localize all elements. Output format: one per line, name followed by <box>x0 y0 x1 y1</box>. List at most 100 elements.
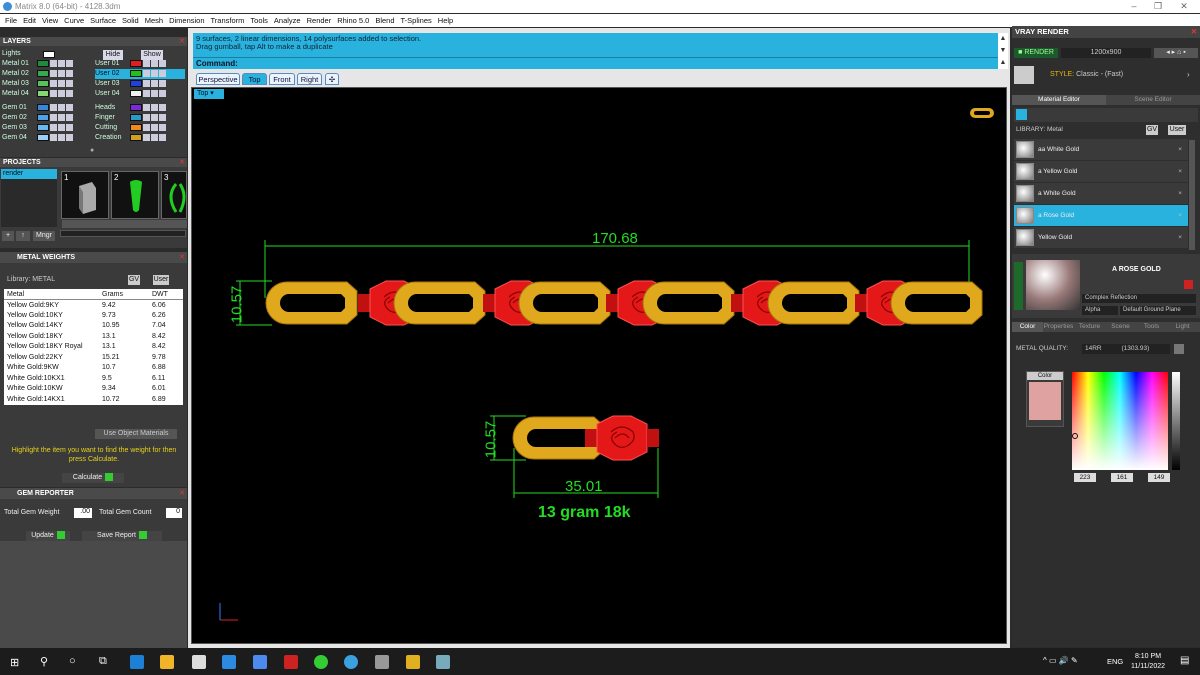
visible-icon[interactable] <box>58 79 65 87</box>
layer-row[interactable]: Finger <box>95 113 185 123</box>
layer-row[interactable]: Cutting <box>95 123 185 133</box>
layer-color-swatch[interactable] <box>37 123 49 131</box>
menu-item[interactable]: Curve <box>64 16 84 25</box>
select-icon[interactable] <box>66 103 73 111</box>
select-icon[interactable] <box>66 113 73 121</box>
tab-front[interactable]: Front <box>269 73 295 85</box>
visible-icon[interactable] <box>151 89 158 97</box>
select-icon[interactable] <box>159 113 166 121</box>
alpha-field[interactable]: Alpha <box>1082 306 1118 315</box>
layer-color-swatch[interactable] <box>37 103 49 111</box>
lock-icon[interactable] <box>50 103 57 111</box>
close-window-button[interactable]: ✕ <box>1172 0 1196 13</box>
select-icon[interactable] <box>159 89 166 97</box>
visible-icon[interactable] <box>151 69 158 77</box>
lock-icon[interactable] <box>143 69 150 77</box>
app-yellow-icon[interactable] <box>406 655 420 669</box>
lock-icon[interactable] <box>143 59 150 67</box>
project-thumb-2[interactable]: 2 <box>111 171 159 219</box>
visible-icon[interactable] <box>151 79 158 87</box>
visible-icon[interactable] <box>151 123 158 131</box>
close-icon[interactable]: ✕ <box>179 488 185 499</box>
layer-color-swatch[interactable] <box>37 113 49 121</box>
remove-icon[interactable]: × <box>1178 161 1182 182</box>
layer-row[interactable]: Gem 03 <box>2 123 92 133</box>
projects-scrollbar[interactable] <box>60 230 186 237</box>
layer-color-swatch[interactable] <box>37 133 49 141</box>
store-icon[interactable] <box>192 655 206 669</box>
command-scrollbar[interactable]: ▲ ▼ ▲ <box>998 33 1008 69</box>
update-button[interactable]: Update <box>26 531 70 541</box>
lock-icon[interactable] <box>143 103 150 111</box>
menu-item[interactable]: Mesh <box>145 16 163 25</box>
minimize-button[interactable]: – <box>1122 0 1146 13</box>
color-swatch[interactable] <box>1029 382 1061 420</box>
matrix-app-icon[interactable] <box>344 655 358 669</box>
windows-start-icon[interactable]: ⊞ <box>10 656 19 669</box>
subtab-light[interactable]: Light <box>1167 322 1198 332</box>
select-icon[interactable] <box>159 133 166 141</box>
visible-icon[interactable] <box>151 59 158 67</box>
collapse-icon[interactable]: ● <box>90 147 94 154</box>
visible-icon[interactable] <box>58 113 65 121</box>
select-icon[interactable] <box>159 79 166 87</box>
task-view-icon[interactable]: ⧉ <box>99 655 107 668</box>
table-row[interactable]: White Gold:14KX1 10.72 6.89 <box>4 394 183 405</box>
app-red-icon[interactable] <box>284 655 298 669</box>
app-gray-icon[interactable] <box>375 655 389 669</box>
layer-color-swatch[interactable] <box>130 79 142 87</box>
tab-perspective[interactable]: Perspective <box>196 73 240 85</box>
subtab-tools[interactable]: Tools <box>1136 322 1167 332</box>
layer-row[interactable]: Gem 01 <box>2 103 92 113</box>
material-toolbar[interactable] <box>1014 108 1198 122</box>
thumb-actions[interactable] <box>62 220 187 228</box>
layer-row[interactable]: Creation <box>95 133 185 143</box>
lock-icon[interactable] <box>143 79 150 87</box>
resolution-field[interactable]: 1200x900 <box>1061 48 1151 58</box>
visible-icon[interactable] <box>58 89 65 97</box>
layer-color-swatch[interactable] <box>130 123 142 131</box>
table-row[interactable]: Yellow Gold:18KY Royal 13.1 8.42 <box>4 342 183 353</box>
app-teal-icon[interactable] <box>436 655 450 669</box>
lock-icon[interactable] <box>50 113 57 121</box>
color-picker-cursor[interactable] <box>1072 433 1078 439</box>
table-row[interactable]: Yellow Gold:22KY 15.21 9.78 <box>4 352 183 363</box>
calculate-button[interactable]: Calculate <box>62 473 124 483</box>
language-indicator[interactable]: ENG <box>1107 657 1123 666</box>
table-row[interactable]: White Gold:10KX1 9.5 6.11 <box>4 373 183 384</box>
layer-row[interactable]: User 02 <box>95 69 185 79</box>
lock-icon[interactable] <box>50 123 57 131</box>
collapse-icon[interactable] <box>1014 262 1023 310</box>
visible-icon[interactable] <box>151 113 158 121</box>
select-icon[interactable] <box>66 79 73 87</box>
select-icon[interactable] <box>159 123 166 131</box>
material-item[interactable]: a Yellow Gold × <box>1014 161 1188 182</box>
table-row[interactable]: Yellow Gold:18KY 13.1 8.42 <box>4 331 183 342</box>
material-item[interactable]: aa White Gold × <box>1014 139 1188 160</box>
lock-icon[interactable] <box>50 79 57 87</box>
menu-item[interactable]: View <box>42 16 58 25</box>
gv-button[interactable]: GV <box>128 275 140 285</box>
edge-icon[interactable] <box>130 655 144 669</box>
close-icon[interactable]: ✕ <box>179 252 185 263</box>
table-row[interactable]: Yellow Gold:10KY 9.73 6.26 <box>4 310 183 321</box>
lock-icon[interactable] <box>143 89 150 97</box>
layer-color-swatch[interactable] <box>37 89 49 97</box>
subtab-properties[interactable]: Properties <box>1043 322 1074 332</box>
close-icon[interactable]: ✕ <box>179 37 185 46</box>
visible-icon[interactable] <box>58 59 65 67</box>
material-list-scrollbar[interactable] <box>1189 140 1195 250</box>
use-object-materials-button[interactable]: Use Object Materials <box>95 429 177 439</box>
layer-row[interactable]: Heads <box>95 103 185 113</box>
file-explorer-icon[interactable] <box>160 655 174 669</box>
menu-item[interactable]: Analyze <box>274 16 301 25</box>
tray-icons[interactable]: ^ ▭ 🔊 ✎ <box>1043 656 1078 665</box>
add-tab-icon[interactable]: ✣ <box>325 73 339 85</box>
ground-field[interactable]: Default Ground Plane <box>1120 306 1196 315</box>
menu-item[interactable]: Surface <box>90 16 116 25</box>
lights-swatch[interactable] <box>43 51 55 58</box>
layer-row[interactable]: Gem 02 <box>2 113 92 123</box>
user-button[interactable]: User <box>153 275 169 285</box>
layer-row[interactable]: User 04 <box>95 89 185 99</box>
material-item[interactable]: a Rose Gold × <box>1014 205 1188 226</box>
